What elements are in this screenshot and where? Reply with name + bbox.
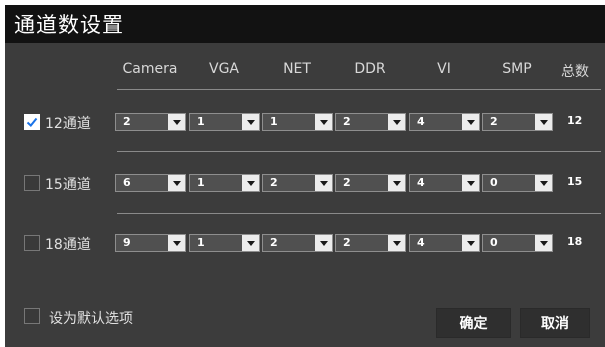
net-select[interactable]: 1 [262, 113, 333, 131]
select-value: 2 [490, 115, 498, 128]
channel-row-18: 18通道 9 1 2 2 4 0 18 [5, 231, 605, 255]
chevron-down-icon [388, 235, 405, 251]
row-checkbox[interactable] [24, 114, 40, 130]
camera-select[interactable]: 6 [115, 174, 186, 192]
default-option-checkbox[interactable] [24, 308, 40, 324]
chevron-down-icon [315, 114, 332, 130]
smp-select[interactable]: 2 [482, 113, 553, 131]
ddr-select[interactable]: 2 [335, 234, 406, 252]
chevron-down-icon [535, 175, 552, 191]
divider [117, 89, 601, 90]
select-value: 1 [197, 115, 205, 128]
vga-select[interactable]: 1 [189, 113, 260, 131]
vi-select[interactable]: 4 [409, 113, 480, 131]
vga-select[interactable]: 1 [189, 234, 260, 252]
select-value: 1 [197, 236, 205, 249]
row-label: 18通道 [45, 237, 91, 253]
select-value: 9 [123, 236, 131, 249]
ddr-select[interactable]: 2 [335, 113, 406, 131]
chevron-down-icon [315, 235, 332, 251]
select-value: 2 [270, 236, 278, 249]
dialog-title: 通道数设置 [14, 13, 124, 37]
chevron-down-icon [535, 114, 552, 130]
select-value: 6 [123, 176, 131, 189]
column-header-vga: VGA [208, 61, 240, 77]
channel-row-12: 12通道 2 1 1 2 4 2 12 [5, 110, 605, 134]
chevron-down-icon [242, 235, 259, 251]
select-value: 1 [270, 115, 278, 128]
select-value: 4 [417, 236, 425, 249]
select-value: 2 [270, 176, 278, 189]
select-value: 2 [343, 236, 351, 249]
column-header-total: 总数 [561, 64, 589, 80]
divider [117, 213, 601, 214]
net-select[interactable]: 2 [262, 234, 333, 252]
cancel-button[interactable]: 取消 [520, 308, 590, 338]
column-header-camera: Camera [122, 61, 178, 77]
chevron-down-icon [168, 235, 185, 251]
chevron-down-icon [388, 175, 405, 191]
select-value: 4 [417, 115, 425, 128]
chevron-down-icon [462, 175, 479, 191]
chevron-down-icon [242, 175, 259, 191]
select-value: 4 [417, 176, 425, 189]
title-bar: 通道数设置 [5, 5, 605, 43]
select-value: 2 [343, 115, 351, 128]
camera-select[interactable]: 9 [115, 234, 186, 252]
select-value: 0 [490, 236, 498, 249]
column-header-smp: SMP [502, 61, 532, 77]
chevron-down-icon [315, 175, 332, 191]
chevron-down-icon [168, 175, 185, 191]
chevron-down-icon [462, 235, 479, 251]
row-total: 12 [567, 114, 583, 127]
row-checkbox[interactable] [24, 175, 40, 191]
select-value: 2 [123, 115, 131, 128]
channel-row-15: 15通道 6 1 2 2 4 0 15 [5, 171, 605, 195]
select-value: 0 [490, 176, 498, 189]
confirm-button[interactable]: 确定 [436, 308, 511, 338]
vi-select[interactable]: 4 [409, 174, 480, 192]
checkmark-icon [26, 117, 38, 127]
smp-select[interactable]: 0 [482, 234, 553, 252]
chevron-down-icon [535, 235, 552, 251]
ddr-select[interactable]: 2 [335, 174, 406, 192]
chevron-down-icon [462, 114, 479, 130]
column-header-ddr: DDR [354, 61, 386, 77]
row-total: 18 [567, 235, 583, 248]
chevron-down-icon [388, 114, 405, 130]
default-option-label: 设为默认选项 [49, 311, 133, 327]
column-header-net: NET [283, 61, 311, 77]
divider [117, 151, 601, 152]
row-label: 12通道 [45, 116, 91, 132]
vi-select[interactable]: 4 [409, 234, 480, 252]
chevron-down-icon [168, 114, 185, 130]
vga-select[interactable]: 1 [189, 174, 260, 192]
select-value: 1 [197, 176, 205, 189]
column-header-vi: VI [437, 61, 451, 77]
camera-select[interactable]: 2 [115, 113, 186, 131]
row-checkbox[interactable] [24, 235, 40, 251]
chevron-down-icon [242, 114, 259, 130]
row-label: 15通道 [45, 177, 91, 193]
smp-select[interactable]: 0 [482, 174, 553, 192]
row-total: 15 [567, 175, 583, 188]
net-select[interactable]: 2 [262, 174, 333, 192]
channel-settings-dialog: 通道数设置 Camera VGA NET DDR VI SMP 总数 12通道 … [5, 5, 605, 347]
select-value: 2 [343, 176, 351, 189]
